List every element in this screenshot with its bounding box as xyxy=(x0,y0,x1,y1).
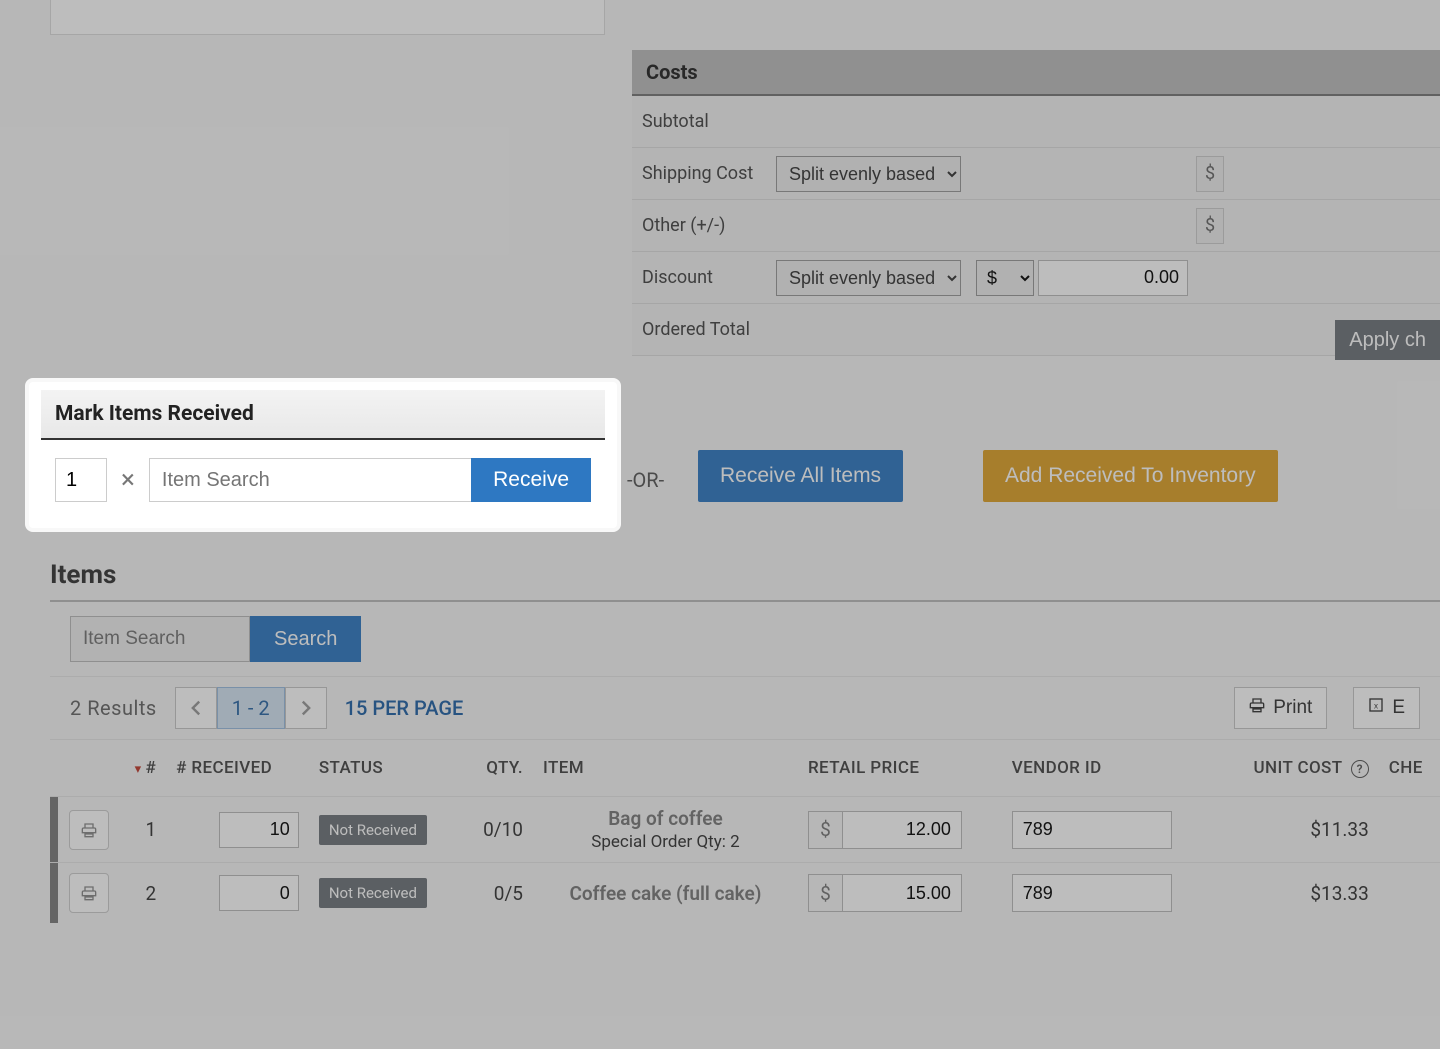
currency-prefix: $ xyxy=(808,874,842,912)
item-name-link[interactable]: Coffee cake (full cake) xyxy=(543,882,788,905)
items-area: Search 2 Results 1 - 2 15 PER PAGE Print xyxy=(50,600,1440,923)
retail-price-input[interactable] xyxy=(842,874,962,912)
times-icon: × xyxy=(121,465,135,495)
add-received-to-inventory-button[interactable]: Add Received To Inventory xyxy=(983,450,1278,502)
discount-value-input[interactable] xyxy=(1038,260,1188,296)
qty-display: 0/5 xyxy=(441,863,533,924)
unit-cost-value: $11.33 xyxy=(1206,797,1379,863)
row-handle[interactable] xyxy=(50,797,58,863)
subtotal-label: Subtotal xyxy=(632,103,772,140)
print-icon xyxy=(1249,697,1265,719)
per-page-link[interactable]: 15 PER PAGE xyxy=(345,696,464,720)
export-button[interactable]: x E xyxy=(1353,687,1420,729)
other-label: Other (+/-) xyxy=(632,207,772,244)
table-row: 2 Not Received 0/5 Coffee cake (full cak… xyxy=(50,863,1440,924)
received-qty-input[interactable] xyxy=(219,875,299,911)
receive-all-items-button[interactable]: Receive All Items xyxy=(698,450,903,502)
print-icon xyxy=(81,822,97,838)
costs-row-discount: Discount Split evenly based $ xyxy=(632,252,1440,304)
costs-row-subtotal: Subtotal xyxy=(632,96,1440,148)
mark-items-received-panel: Mark Items Received × Receive xyxy=(29,382,617,528)
vendor-id-input[interactable] xyxy=(1012,811,1172,849)
print-button[interactable]: Print xyxy=(1234,687,1327,729)
prev-page-button[interactable] xyxy=(175,687,217,729)
receive-item-search-input[interactable] xyxy=(149,458,471,502)
mark-items-received-header: Mark Items Received xyxy=(41,390,605,440)
shipping-currency-prefix: $ xyxy=(1196,156,1224,192)
status-badge: Not Received xyxy=(319,815,427,845)
qty-display: 0/10 xyxy=(441,797,533,863)
items-table: ▾# # RECEIVED STATUS QTY. ITEM RETAIL PR… xyxy=(50,740,1440,923)
col-header-retail[interactable]: RETAIL PRICE xyxy=(798,740,1002,797)
status-badge: Not Received xyxy=(319,878,427,908)
print-label: Print xyxy=(1273,697,1312,719)
costs-header: Costs xyxy=(632,50,1440,96)
retail-price-input[interactable] xyxy=(842,811,962,849)
page-range[interactable]: 1 - 2 xyxy=(217,687,285,729)
costs-row-ordered-total: Ordered Total xyxy=(632,304,1440,356)
receive-button[interactable]: Receive xyxy=(471,458,591,502)
costs-panel: Costs Subtotal Shipping Cost Split evenl… xyxy=(632,50,1440,356)
costs-row-other: Other (+/-) $ xyxy=(632,200,1440,252)
col-header-unitcost[interactable]: UNIT COST ? xyxy=(1206,740,1379,797)
ordered-total-label: Ordered Total xyxy=(632,311,772,349)
shipping-method-select[interactable]: Split evenly based xyxy=(776,156,961,192)
results-count: 2 Results xyxy=(70,696,157,720)
items-search-button[interactable]: Search xyxy=(250,616,361,662)
discount-currency-select[interactable]: $ xyxy=(976,260,1034,296)
col-header-received[interactable]: # RECEIVED xyxy=(166,740,309,797)
items-search-input[interactable] xyxy=(70,616,250,662)
export-label: E xyxy=(1392,697,1405,719)
row-print-button[interactable] xyxy=(69,810,109,850)
print-icon xyxy=(81,885,97,901)
chevron-left-icon xyxy=(188,700,204,716)
apply-changes-button[interactable]: Apply ch xyxy=(1335,320,1440,360)
items-heading: Items xyxy=(50,560,116,590)
or-separator: -OR- xyxy=(627,468,664,492)
currency-prefix: $ xyxy=(808,811,842,849)
sort-caret-icon: ▾ xyxy=(135,762,142,777)
col-header-qty[interactable]: QTY. xyxy=(441,740,533,797)
other-currency-prefix: $ xyxy=(1196,208,1224,244)
costs-row-shipping: Shipping Cost Split evenly based $ xyxy=(632,148,1440,200)
row-num: 1 xyxy=(119,797,166,863)
col-header-status[interactable]: STATUS xyxy=(309,740,441,797)
svg-text:x: x xyxy=(1374,701,1378,710)
row-num: 2 xyxy=(119,863,166,924)
item-name-link[interactable]: Bag of coffee xyxy=(543,807,788,830)
next-page-button[interactable] xyxy=(285,687,327,729)
col-header-item[interactable]: ITEM xyxy=(533,740,798,797)
col-header-vendor[interactable]: VENDOR ID xyxy=(1002,740,1206,797)
notes-textarea[interactable] xyxy=(50,0,605,35)
shipping-label: Shipping Cost xyxy=(632,155,772,192)
discount-method-select[interactable]: Split evenly based xyxy=(776,260,961,296)
help-icon[interactable]: ? xyxy=(1351,760,1369,778)
received-qty-input[interactable] xyxy=(219,812,299,848)
col-header-check[interactable]: CHE xyxy=(1379,740,1440,797)
table-row: 1 Not Received 0/10 Bag of coffee Specia… xyxy=(50,797,1440,863)
row-print-button[interactable] xyxy=(69,873,109,913)
excel-icon: x xyxy=(1368,697,1384,719)
col-header-num[interactable]: ▾# xyxy=(119,740,166,797)
unit-cost-value: $13.33 xyxy=(1206,863,1379,924)
discount-label: Discount xyxy=(632,259,772,296)
item-subtext: Special Order Qty: 2 xyxy=(543,832,788,852)
row-handle[interactable] xyxy=(50,863,58,924)
chevron-right-icon xyxy=(298,700,314,716)
vendor-id-input[interactable] xyxy=(1012,874,1172,912)
receive-qty-input[interactable] xyxy=(55,458,107,502)
